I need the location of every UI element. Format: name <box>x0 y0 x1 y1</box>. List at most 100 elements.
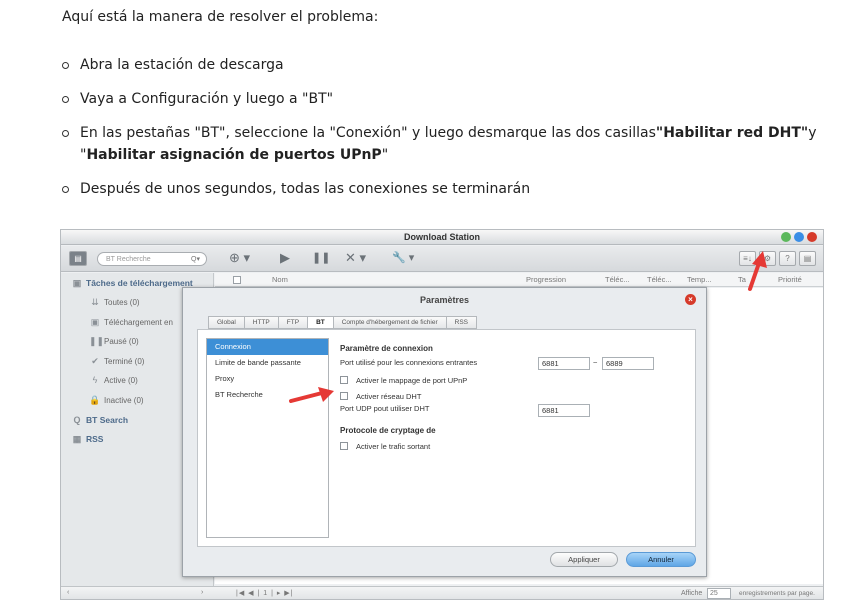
column-header-priority[interactable]: Priorité <box>778 275 802 284</box>
column-header-name[interactable]: Nom <box>272 275 288 284</box>
outgoing-label: Activer le trafic sortant <box>356 442 431 451</box>
dialog-close-icon[interactable]: × <box>685 294 696 305</box>
sidebar-item-finished[interactable]: ✔ Terminé (0) <box>89 356 144 367</box>
downloading-icon: ▣ <box>90 317 100 327</box>
bt-settings-panel: Connexion Limite de bande passante Proxy… <box>197 329 696 547</box>
annotation-arrow-icon <box>289 387 334 403</box>
lightning-icon: ϟ <box>92 375 98 385</box>
sidebar-item-inactive[interactable]: 🔒 Inactive (0) <box>89 395 143 406</box>
list-item: Vaya a Configuración y luego a "BT" <box>62 88 842 110</box>
search-input[interactable]: BT Recherche Q▾ <box>97 252 207 266</box>
annotation-arrow-icon <box>748 251 767 291</box>
bullet-icon <box>62 62 69 69</box>
subnav-item-proxy[interactable]: Proxy <box>207 371 328 387</box>
pager[interactable]: |◀ ◀ | 1 | ▸ ▶| <box>236 589 294 597</box>
sidebar-item-bt-search[interactable]: Q BT Search <box>71 415 128 425</box>
list-view-button[interactable]: ▤ <box>799 251 816 266</box>
port-from-input[interactable]: 6881 <box>538 357 590 370</box>
tab-bt[interactable]: BT <box>307 316 333 329</box>
sidebar-toggle-button[interactable]: ▤ <box>69 251 87 266</box>
check-icon: ✔ <box>91 356 99 366</box>
bt-subnav: Connexion Limite de bande passante Proxy… <box>206 338 329 538</box>
outgoing-row: Activer le trafic sortant <box>340 440 690 456</box>
bullet-icon <box>62 96 69 103</box>
upnp-row: Activer le mappage de port UPnP <box>340 374 690 390</box>
subnav-item-connection[interactable]: Connexion <box>207 339 328 355</box>
maximize-icon[interactable] <box>794 232 804 242</box>
sidebar-item-downloading[interactable]: ▣ Téléchargement en <box>89 317 173 328</box>
list-item: Después de unos segundos, todas las cone… <box>62 178 842 200</box>
apply-button[interactable]: Appliquer <box>550 552 618 567</box>
connection-form: Paramètre de connexion Port utilisé pour… <box>340 338 690 456</box>
column-header-time[interactable]: Temp... <box>687 275 712 284</box>
show-label: Affiche <box>681 590 703 597</box>
search-icon: Q▾ <box>191 256 200 263</box>
tab-rss[interactable]: RSS <box>445 316 478 329</box>
per-page-select[interactable]: 25 <box>707 588 731 599</box>
encryption-section-title: Protocole de cryptage de <box>340 426 436 435</box>
outgoing-checkbox[interactable] <box>340 442 348 450</box>
settings-tabs: Global HTTP FTP BT Compte d'hébergement … <box>208 316 478 329</box>
play-button[interactable]: ▶ <box>280 250 290 266</box>
tab-file-hosting[interactable]: Compte d'hébergement de fichier <box>332 316 446 329</box>
search-icon: Q <box>73 415 81 425</box>
select-all-checkbox[interactable] <box>233 276 241 284</box>
all-icon: ⇊ <box>91 297 99 307</box>
cancel-button[interactable]: Annuler <box>626 552 696 567</box>
dht-checkbox[interactable] <box>340 392 348 400</box>
pause-icon: ❚❚ <box>89 336 105 346</box>
steps-list: Abra la estación de descarga Vaya a Conf… <box>62 54 842 212</box>
list-item: En las pestañas "BT", seleccione la "Con… <box>62 122 842 166</box>
udp-label: Port UDP pout utiliser DHT <box>340 404 430 413</box>
intro-text: Aquí está la manera de resolver el probl… <box>62 9 379 25</box>
tools-button[interactable]: 🔧 ▾ <box>392 250 414 266</box>
delete-button[interactable]: ✕ ▾ <box>345 250 366 266</box>
dht-label: Activer réseau DHT <box>356 392 422 401</box>
lock-icon: 🔒 <box>89 395 101 405</box>
ports-label: Port utilisé pour les connexions entrant… <box>340 358 478 367</box>
window-titlebar: Download Station <box>61 230 823 245</box>
bullet-icon <box>62 130 69 137</box>
scroll-left-button[interactable]: ‹ <box>67 589 69 596</box>
sidebar-item-paused[interactable]: ❚❚Pausé (0) <box>89 336 139 347</box>
bullet-icon <box>62 186 69 193</box>
sidebar-item-all[interactable]: ⇊ Toutes (0) <box>89 297 139 308</box>
pause-button[interactable]: ❚❚ <box>312 250 330 266</box>
port-separator: ~ <box>593 358 598 367</box>
minimize-icon[interactable] <box>781 232 791 242</box>
download-station-window: Download Station ▤ BT Recherche Q▾ ⊕ ▾ ▶ … <box>60 229 824 600</box>
sidebar-item-rss[interactable]: ▦ RSS <box>71 434 104 445</box>
sidebar-item-active[interactable]: ϟ Active (0) <box>89 375 138 385</box>
window-title: Download Station <box>404 232 480 242</box>
dht-row: Activer réseau DHT <box>340 390 690 402</box>
tab-http[interactable]: HTTP <box>243 316 278 329</box>
grid-header: Nom Progression Téléc... Téléc... Temp..… <box>215 273 823 287</box>
sidebar-item-tasks[interactable]: ▣ Tâches de téléchargement <box>71 278 193 289</box>
close-icon[interactable] <box>807 232 817 242</box>
column-header-upload[interactable]: Téléc... <box>647 275 672 284</box>
connection-section-title: Paramètre de connexion <box>340 344 433 353</box>
column-header-progress[interactable]: Progression <box>526 275 566 284</box>
upnp-checkbox[interactable] <box>340 376 348 384</box>
download-icon: ▣ <box>72 278 82 288</box>
settings-dialog: Paramètres × Global HTTP FTP BT Compte d… <box>182 287 707 577</box>
dialog-titlebar: Paramètres × <box>183 288 706 312</box>
rss-icon: ▦ <box>72 434 82 444</box>
add-button[interactable]: ⊕ ▾ <box>229 250 250 266</box>
udp-port-input[interactable]: 6881 <box>538 404 590 417</box>
tab-ftp[interactable]: FTP <box>277 316 308 329</box>
upnp-label: Activer le mappage de port UPnP <box>356 376 468 385</box>
dialog-title: Paramètres <box>419 295 470 305</box>
column-header-download[interactable]: Téléc... <box>605 275 630 284</box>
statusbar: ‹ › |◀ ◀ | 1 | ▸ ▶| Affiche 25 enregistr… <box>61 586 823 599</box>
toolbar: ▤ BT Recherche Q▾ ⊕ ▾ ▶ ❚❚ ✕ ▾ 🔧 ▾ ≡↓ ⚙ ?… <box>61 246 823 272</box>
list-item: Abra la estación de descarga <box>62 54 842 76</box>
records-label: enregistrements par page. <box>739 590 815 597</box>
help-button[interactable]: ? <box>779 251 796 266</box>
port-to-input[interactable]: 6889 <box>602 357 654 370</box>
udp-row: Port UDP pout utiliser DHT 6881 <box>340 402 690 418</box>
subnav-item-bandwidth[interactable]: Limite de bande passante <box>207 355 328 371</box>
ports-row: Port utilisé pour les connexions entrant… <box>340 356 690 372</box>
scroll-right-button[interactable]: › <box>201 589 203 596</box>
tab-global[interactable]: Global <box>208 316 244 329</box>
